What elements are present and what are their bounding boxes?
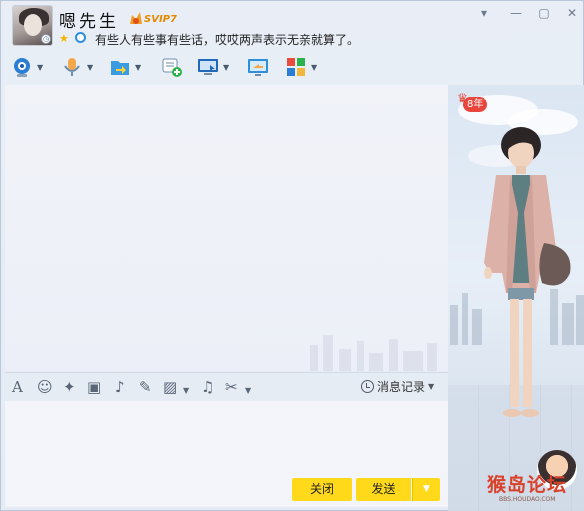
file-transfer-icon	[111, 61, 129, 75]
close-button[interactable]: 关闭	[292, 478, 352, 501]
voice-call-icon	[64, 58, 80, 76]
minimize-button[interactable]: —	[509, 7, 523, 19]
create-discussion-icon	[162, 58, 182, 77]
chevron-down-icon: ▼	[428, 382, 435, 391]
chevron-down-icon[interactable]: ▼	[245, 381, 251, 401]
chevron-down-icon[interactable]: ▼	[183, 381, 189, 401]
menu-dropdown-icon[interactable]: ▾	[477, 7, 491, 19]
input-toolbar: A ☺ ✦ ▣ ♪ ✎ ▨ ▼ ♫ ✂ ▼ 消息记录 ▼	[5, 372, 448, 400]
watermark-logo-text: 猴岛论坛	[487, 474, 568, 496]
message-history-label: 消息记录	[377, 380, 426, 394]
chat-window: ◷ 嗯先生 SVIP7 ★ 有些人有些事有些话，哎哎两声表示无亲就算了。 ▾ —…	[0, 0, 584, 511]
remote-desktop-icon	[198, 59, 218, 75]
chevron-down-icon[interactable]: ▼	[311, 63, 317, 72]
chevron-down-icon[interactable]: ▼	[223, 63, 229, 72]
clock-icon	[361, 380, 374, 393]
window-shake-icon[interactable]: ▣	[87, 377, 101, 397]
vip-icon[interactable]	[127, 9, 145, 27]
contact-nickname[interactable]: 嗯先生	[59, 7, 119, 32]
qq-show-panel	[448, 85, 584, 511]
message-history-button[interactable]: 消息记录 ▼	[361, 378, 434, 395]
qq-age-badge[interactable]: ♛ 8年	[457, 91, 493, 113]
video-call-button[interactable]: ▼	[11, 55, 43, 79]
voice-message-icon[interactable]: ♪	[115, 377, 125, 397]
maximize-button[interactable]: ▢	[537, 7, 551, 19]
personal-signature: 有些人有些事有些话，哎哎两声表示无亲就算了。	[95, 33, 360, 47]
forum-watermark: 猴岛论坛 BBS.HOUDAO.COM	[487, 450, 583, 508]
chevron-down-icon[interactable]: ▼	[37, 63, 43, 72]
send-image-icon[interactable]: ▨	[163, 377, 177, 397]
magic-expression-icon[interactable]: ✦	[63, 377, 76, 397]
chevron-down-icon[interactable]: ▼	[135, 63, 141, 72]
qq-age-label: 8年	[463, 97, 488, 112]
star-icon[interactable]: ★	[59, 32, 69, 45]
message-history-area[interactable]	[5, 85, 448, 371]
voice-call-button[interactable]: ▼	[61, 55, 93, 79]
share-screen-button[interactable]	[247, 55, 269, 79]
avatar[interactable]: ◷	[12, 5, 53, 46]
video-call-icon	[14, 58, 30, 77]
qq-show-avatar-figure[interactable]	[466, 123, 576, 425]
file-transfer-button[interactable]: ▼	[109, 55, 141, 79]
edit-icon[interactable]: ✎	[139, 377, 152, 397]
close-window-button[interactable]: ✕	[565, 7, 579, 19]
online-status-icon: ◷	[41, 34, 51, 44]
emoji-icon[interactable]: ☺	[37, 377, 53, 397]
qzone-icon[interactable]	[75, 32, 86, 43]
chevron-down-icon[interactable]: ▼	[87, 63, 93, 72]
music-icon[interactable]: ♫	[201, 377, 214, 397]
background-skyline	[305, 335, 448, 371]
function-toolbar: ▼ ▼ ▼ ▼ ▼	[1, 53, 584, 81]
watermark-url-text: BBS.HOUDAO.COM	[499, 496, 556, 503]
apps-button[interactable]: ▼	[285, 55, 317, 79]
create-discussion-button[interactable]	[161, 55, 183, 79]
screenshot-icon[interactable]: ✂	[225, 377, 238, 397]
apps-icon	[287, 58, 305, 76]
font-icon[interactable]: A	[12, 377, 23, 397]
send-button[interactable]: 发送	[356, 478, 411, 501]
share-screen-icon	[248, 59, 268, 76]
vip-level-badge[interactable]: SVIP7	[144, 14, 177, 25]
send-options-dropdown[interactable]: ▼	[412, 478, 440, 501]
remote-desktop-button[interactable]: ▼	[197, 55, 229, 79]
